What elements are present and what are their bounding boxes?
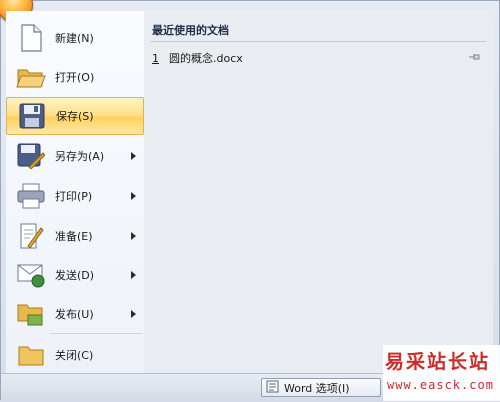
recent-divider (150, 41, 486, 42)
menu-item-label: 准备(E) (55, 230, 93, 243)
word-options-button[interactable]: Word 选项(I) (261, 378, 381, 397)
recent-document-name: 圆的概念.docx (169, 52, 243, 65)
submenu-arrow-icon (131, 271, 136, 279)
submenu-arrow-icon (131, 192, 136, 200)
menu-item-label: 保存(S) (56, 110, 94, 123)
menu-item-send[interactable]: 发送(D) (6, 256, 144, 294)
recent-documents-pane: 最近使用的文档 1 圆的概念.docx (144, 11, 493, 373)
menu-item-save-as[interactable]: 另存为(A) (6, 137, 144, 175)
submenu-arrow-icon (131, 232, 136, 240)
menu-item-print[interactable]: 打印(P) (6, 177, 144, 215)
menu-item-publish[interactable]: 发布(U) (6, 295, 144, 333)
submenu-arrow-icon (131, 152, 136, 160)
submenu-arrow-icon (131, 310, 136, 318)
menu-item-new[interactable]: 新建(N) (6, 19, 144, 57)
office-menu-commands: 新建(N) 打开(O) 保存(S) 另存为(A) 打印(P) 准备(E) 发送(… (6, 11, 145, 373)
recent-document-number: 1 (152, 51, 159, 65)
watermark-cn: 易采站长站 (385, 351, 491, 373)
menu-item-label: 打印(P) (55, 190, 93, 203)
publish-icon (14, 297, 48, 331)
recent-document-item[interactable]: 1 圆的概念.docx (152, 49, 486, 67)
close-folder-icon (14, 338, 48, 372)
printer-icon (14, 179, 48, 213)
menu-item-label: 另存为(A) (55, 150, 105, 163)
menu-item-label: 关闭(C) (55, 349, 94, 362)
open-folder-icon (14, 60, 48, 94)
office-menu-window: 新建(N) 打开(O) 保存(S) 另存为(A) 打印(P) 准备(E) 发送(… (0, 0, 500, 402)
menu-item-label: 发布(U) (55, 308, 94, 321)
menu-item-label: 打开(O) (55, 71, 95, 84)
menu-item-label: 新建(N) (55, 32, 94, 45)
menu-item-close[interactable]: 关闭(C) (6, 336, 144, 374)
recent-documents-title: 最近使用的文档 (152, 24, 229, 37)
menu-divider (50, 333, 142, 334)
menu-item-label: 发送(D) (55, 269, 95, 282)
menu-item-open[interactable]: 打开(O) (6, 58, 144, 96)
word-options-label: Word 选项(I) (284, 381, 350, 395)
menu-item-save[interactable]: 保存(S) (6, 97, 144, 135)
menu-item-prepare[interactable]: 准备(E) (6, 217, 144, 255)
pin-icon[interactable] (468, 52, 482, 65)
watermark-url: www.easck.com (387, 378, 494, 392)
save-as-icon (14, 139, 48, 173)
site-watermark: 易采站长站 www.easck.com (383, 345, 500, 401)
options-icon (266, 380, 279, 396)
new-document-icon (14, 21, 48, 55)
save-disk-icon (15, 99, 49, 133)
send-icon (14, 258, 48, 292)
prepare-icon (14, 219, 48, 253)
